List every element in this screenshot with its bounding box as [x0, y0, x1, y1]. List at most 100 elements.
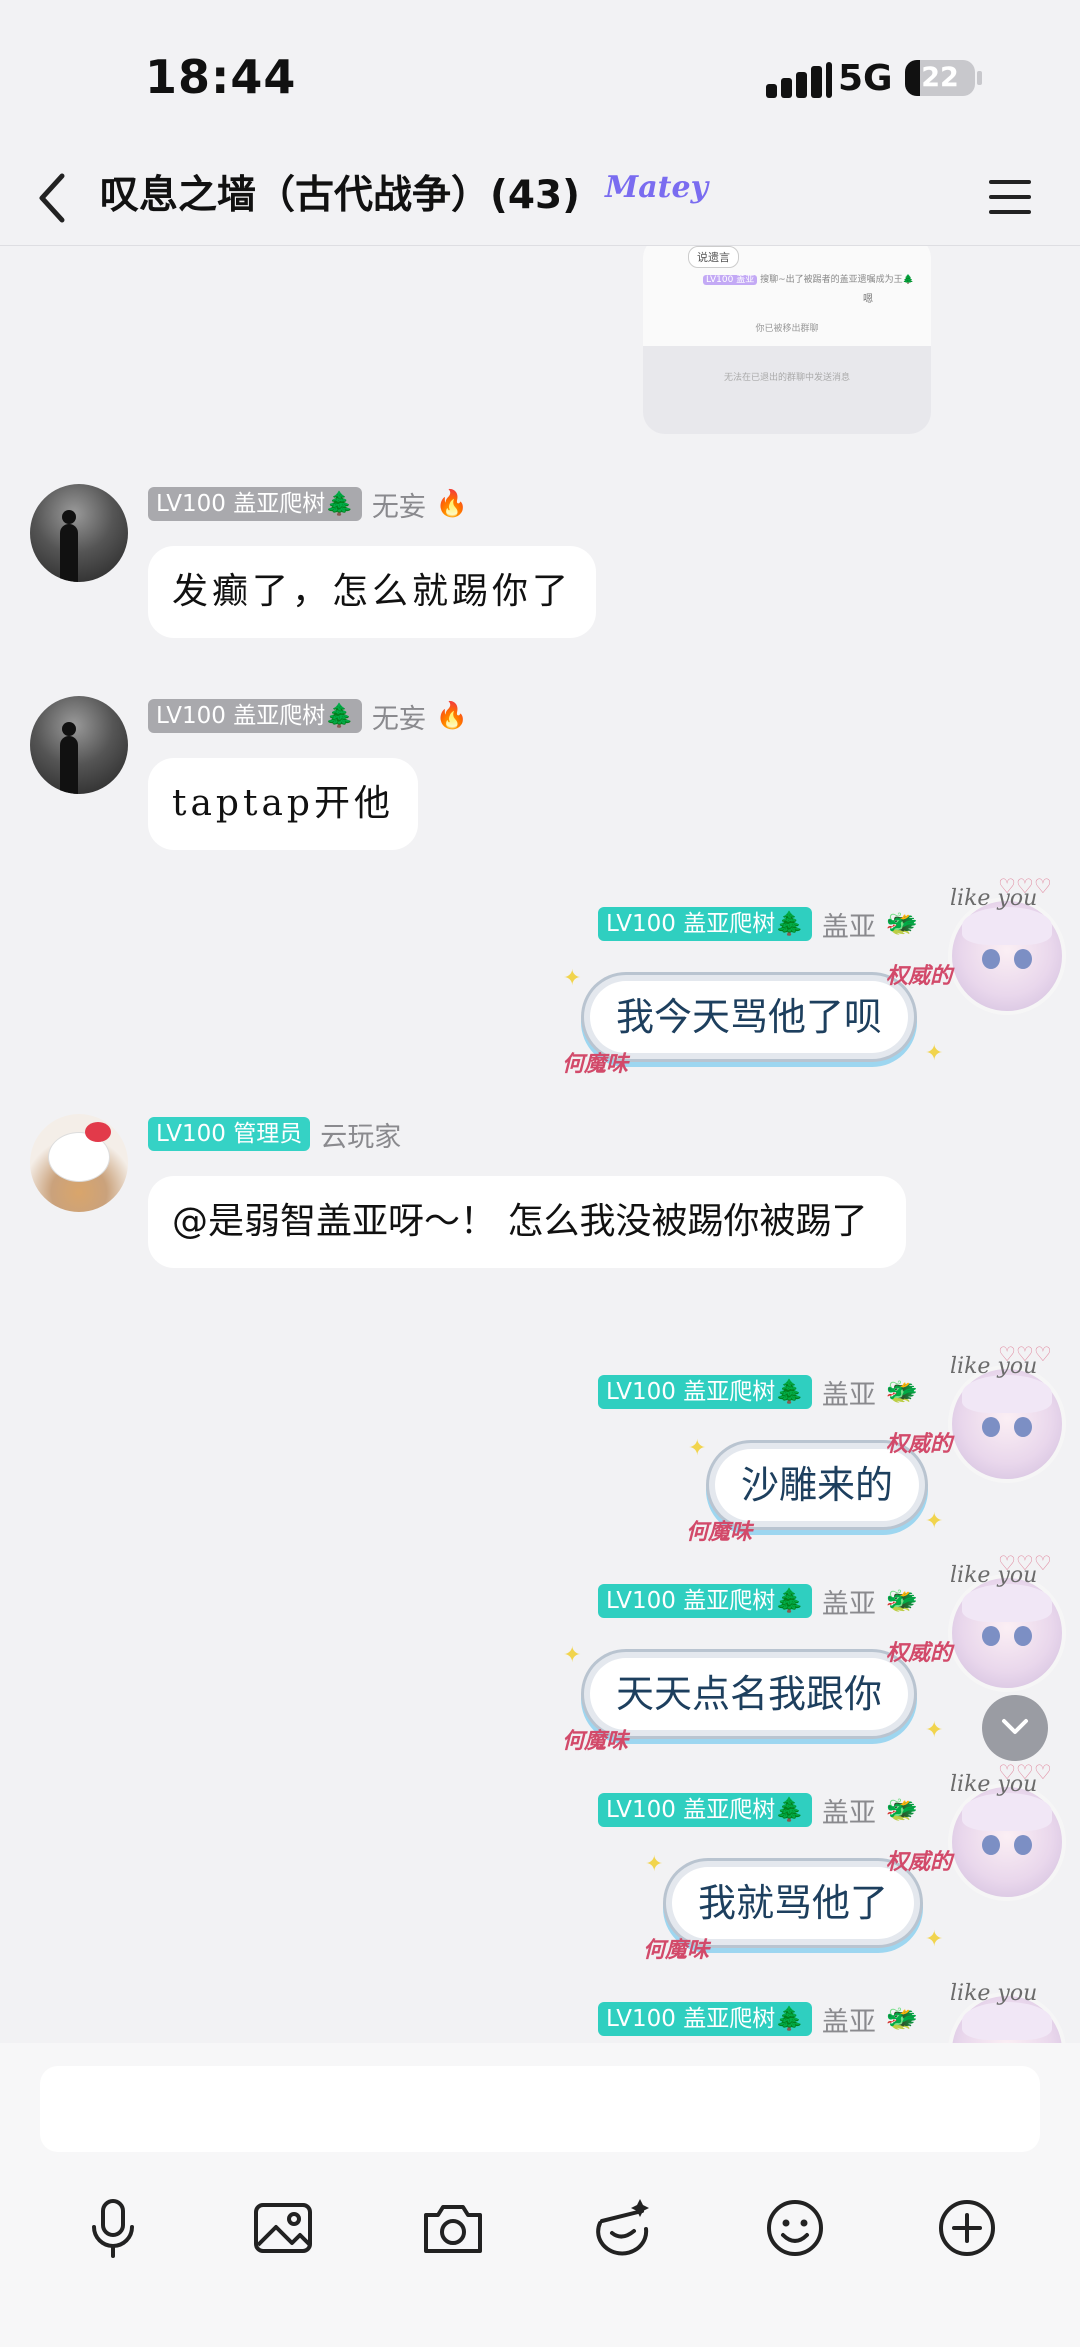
chevron-down-icon: [1002, 1719, 1028, 1734]
bubble-tag-bottom: 何魔味: [686, 1520, 753, 1545]
sender-name: 云玩家: [320, 1121, 402, 1153]
sparkle-icon: ✦: [563, 966, 582, 991]
message-meta: LV100 盖亚爬树🌲 无妄 🔥: [148, 486, 468, 523]
decorated-bubble[interactable]: 沙雕来的: [715, 1449, 920, 1521]
message-bubble[interactable]: taptap开他: [148, 758, 418, 850]
level-badge: LV100 盖亚爬树🌲: [598, 907, 812, 941]
hearts-icon: ♡♡♡: [998, 1760, 1052, 1784]
decorated-bubble[interactable]: 天天点名我跟你: [590, 1658, 909, 1730]
sparkle-icon: ✦: [645, 1852, 664, 1877]
self-avatar[interactable]: [952, 1369, 1062, 1479]
message-bubble[interactable]: 发癫了，怎么就踢你了: [148, 546, 597, 638]
message-bubble[interactable]: 我今天骂他了呗: [590, 981, 909, 1053]
emoji-edit-button[interactable]: [588, 2193, 658, 2263]
avatar-bow: [85, 1122, 111, 1142]
status-time: 18:44: [145, 50, 297, 104]
bubble-tag-bottom: 何魔味: [562, 1729, 629, 1754]
screenshot-notice: LV100 盖亚 搜聊~出了被踢者的盖亚遗嘱成为王🌲: [703, 272, 914, 285]
more-button[interactable]: [932, 2193, 1002, 2263]
self-avatar[interactable]: [952, 1578, 1062, 1688]
matey-logo: Matey: [605, 170, 709, 205]
emoji-button[interactable]: [760, 2193, 830, 2263]
avatar-figure: [60, 722, 78, 794]
bubble-tag-top: 权威的: [886, 964, 953, 989]
menu-button[interactable]: [985, 172, 1035, 222]
avatar-eye: [982, 949, 1000, 969]
chevron-left-icon: [39, 173, 65, 223]
sender-name: 盖亚: [821, 1797, 876, 1829]
decorated-bubble[interactable]: 我今天骂他了呗: [590, 981, 909, 1053]
message-meta: LV100 盖亚爬树🌲 盖亚 🐲: [598, 2001, 919, 2038]
chat-area[interactable]: 说遗言 LV100 盖亚 搜聊~出了被踢者的盖亚遗嘱成为王🌲 嗯 你已被移出群聊…: [0, 246, 1080, 2043]
battery-cap: [977, 71, 982, 85]
avatar-eye: [982, 1626, 1000, 1646]
bubble-tag-bottom: 何魔味: [562, 1052, 629, 1077]
level-badge: LV100 盖亚爬树🌲: [598, 1375, 812, 1409]
signal-icon: [766, 62, 836, 98]
scroll-to-bottom-button[interactable]: [982, 1695, 1048, 1761]
status-bar: 18:44 5G 22: [0, 0, 1080, 150]
menu-icon-line: [989, 210, 1031, 214]
input-bar: [0, 2043, 1080, 2347]
screenshot-small-tag: 嗯: [863, 294, 873, 305]
back-button[interactable]: [30, 168, 80, 228]
group-title[interactable]: 叹息之墙（古代战争）(43): [100, 168, 580, 224]
message-meta: LV100 盖亚爬树🌲 盖亚 🐲: [598, 906, 919, 943]
avatar-hair: [962, 2002, 1052, 2040]
avatar[interactable]: [30, 1114, 128, 1212]
screenshot-notice-text: 搜聊~出了被踢者的盖亚遗嘱成为王🌲: [760, 275, 914, 285]
image-icon: [254, 2203, 312, 2253]
decorated-bubble[interactable]: 我就骂他了: [672, 1867, 915, 1939]
message-meta: LV100 盖亚爬树🌲 盖亚 🐲: [598, 1792, 919, 1829]
self-avatar[interactable]: [952, 901, 1062, 1011]
level-badge: LV100 盖亚爬树🌲: [598, 2002, 812, 2036]
dragon-badge-icon: 🐲: [885, 1377, 919, 1407]
message-bubble[interactable]: 沙雕来的: [715, 1449, 920, 1521]
message-bubble[interactable]: 我就骂他了: [672, 1867, 915, 1939]
avatar-eye: [982, 1835, 1000, 1855]
admin-badge: LV100 管理员: [148, 1117, 311, 1151]
sender-name: 盖亚: [821, 2006, 876, 2038]
avatar-eye: [1014, 949, 1032, 969]
dragon-badge-icon: 🐲: [885, 1795, 919, 1825]
like-you-text: like you: [950, 1981, 1038, 2006]
avatar[interactable]: [30, 696, 128, 794]
voice-button[interactable]: [78, 2193, 148, 2263]
message-meta: LV100 盖亚爬树🌲 无妄 🔥: [148, 698, 468, 735]
camera-button[interactable]: [418, 2193, 488, 2263]
self-avatar[interactable]: [952, 1787, 1062, 1897]
message-meta: LV100 盖亚爬树🌲 盖亚 🐲: [598, 1583, 919, 1620]
avatar-eye: [1014, 1835, 1032, 1855]
sender-name: 无妄: [371, 491, 426, 523]
message-input[interactable]: [40, 2066, 1040, 2152]
sparkle-icon: ✦: [925, 1041, 944, 1066]
image-button[interactable]: [248, 2193, 318, 2263]
dragon-badge-icon: 🐲: [885, 1586, 919, 1616]
screenshot-tag: 说遗言: [688, 246, 739, 268]
avatar-eye: [1014, 1626, 1032, 1646]
avatar-hair: [962, 1793, 1052, 1831]
hearts-icon: ♡♡♡: [998, 1551, 1052, 1575]
sender-name: 无妄: [371, 703, 426, 735]
level-badge: LV100 盖亚爬树🌲: [598, 1793, 812, 1827]
message-meta: LV100 管理员 云玩家: [148, 1116, 402, 1153]
screenshot-removed-text: 你已被移出群聊: [755, 324, 819, 334]
dragon-badge-icon: 🐲: [885, 2004, 919, 2034]
message-bubble[interactable]: @是弱智盖亚呀～！ 怎么我没被踢你被踢了: [148, 1176, 906, 1268]
sparkle-icon: ✦: [925, 1927, 944, 1952]
menu-icon: [989, 180, 1031, 184]
level-badge: LV100 盖亚爬树🌲: [598, 1584, 812, 1618]
message-bubble[interactable]: 天天点名我跟你: [590, 1658, 909, 1730]
avatar-hair: [962, 1584, 1052, 1622]
avatar-hair: [962, 1375, 1052, 1413]
screenshot-footer-text: 无法在已退出的群聊中发送消息: [723, 373, 850, 383]
avatar-eye: [1014, 1417, 1032, 1437]
avatar[interactable]: [30, 484, 128, 582]
screenshot-image-message[interactable]: 说遗言 LV100 盖亚 搜聊~出了被踢者的盖亚遗嘱成为王🌲 嗯 你已被移出群聊…: [643, 246, 931, 434]
hearts-icon: ♡♡♡: [998, 1342, 1052, 1366]
avatar-hair: [962, 907, 1052, 945]
dragon-badge-icon: 🐲: [885, 909, 919, 939]
plus-icon: [939, 2200, 995, 2256]
screenshot-content: 说遗言 LV100 盖亚 搜聊~出了被踢者的盖亚遗嘱成为王🌲 嗯 你已被移出群聊: [643, 246, 931, 346]
bubble-tag-top: 权威的: [886, 1850, 953, 1875]
